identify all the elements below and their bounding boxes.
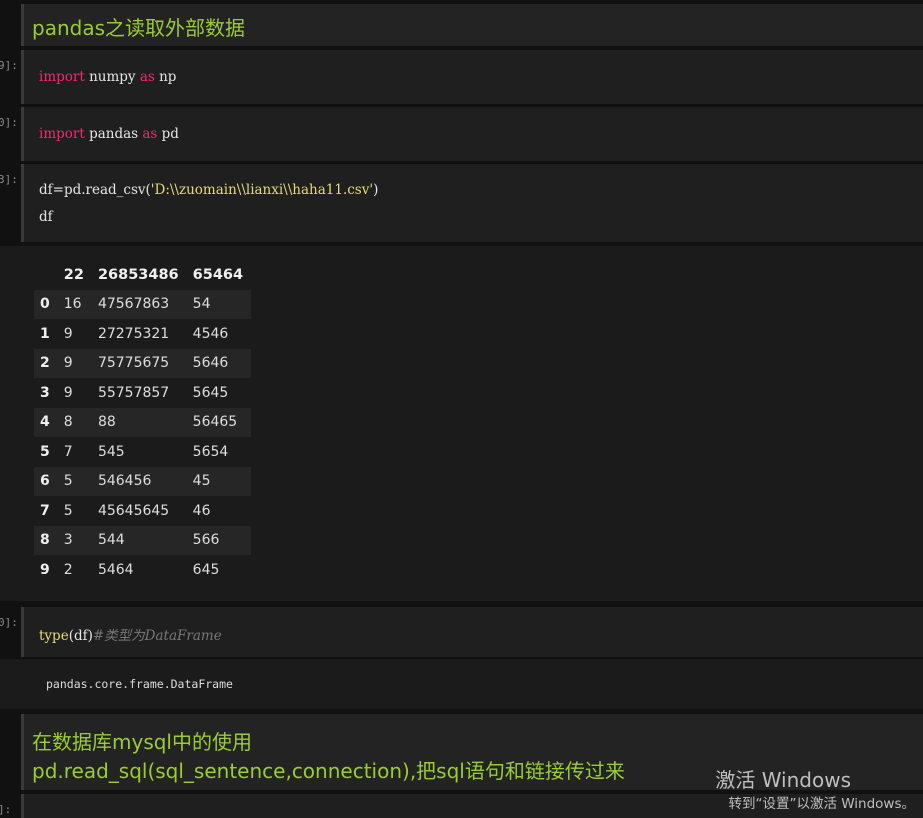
code-paren: ) [373, 182, 379, 198]
code-call: df=pd.read_csv( [39, 182, 151, 198]
keyword-import: import [39, 126, 85, 142]
table-header-row: 22 26853486 65464 [34, 260, 251, 290]
column-header: 26853486 [97, 266, 179, 283]
table-cell: 75775675 [97, 355, 170, 372]
table-cell: 45 [192, 473, 211, 490]
table-cell: 3 [63, 532, 73, 549]
table-cell: 4546 [192, 325, 229, 342]
row-index: 9 [40, 561, 50, 578]
keyword-import: import [39, 69, 85, 85]
row-index: 7 [40, 502, 50, 519]
cell-prompt: 9]: [0, 59, 18, 72]
code-args: (df) [68, 628, 93, 644]
table-corner-header [34, 260, 58, 290]
table-cell: 16 [63, 296, 82, 313]
markdown-line: 在数据库mysql中的使用 [32, 730, 252, 754]
string-literal: 'D:\\zuomain\\lianxi\\haha11.csv' [150, 182, 374, 198]
activation-watermark-subtitle: 转到“设置”以激活 Windows。 [728, 796, 915, 812]
table-row: 0 16 47567863 54 [34, 289, 252, 319]
module-name: pandas [84, 126, 143, 142]
table-cell: 2 [63, 561, 73, 578]
table-cell: 7 [63, 443, 73, 460]
table-row: 6 5 546456 45 [34, 466, 252, 496]
code-line: import numpy as np [39, 69, 176, 85]
table-cell: 5464 [97, 561, 134, 578]
row-index: 5 [40, 443, 50, 460]
cell-output-dataframe: 22 26853486 65464 0 16 47567863 54 1 9 27275321 4… [0, 246, 923, 601]
table-cell: 5 [63, 473, 73, 490]
table-cell: 5 [63, 502, 73, 519]
table-row: 7 5 45645645 46 [34, 496, 252, 526]
cell-output-type: pandas.core.frame.DataFrame [0, 659, 923, 709]
section-heading: pandas之读取外部数据 [32, 16, 245, 40]
table-cell: 9 [63, 384, 73, 401]
code-comment: #类型为DataFrame [92, 628, 222, 644]
code-line: df [39, 209, 53, 225]
table-cell: 566 [192, 532, 220, 549]
markdown-line: pd.read_sql(sql_sentence,connection),把sq… [32, 759, 625, 783]
row-index: 1 [40, 325, 50, 342]
row-index: 3 [40, 384, 50, 401]
markdown-cell-title[interactable]: pandas之读取外部数据 [0, 0, 923, 46]
table-cell: 9 [63, 355, 73, 372]
table-cell: 544 [97, 532, 125, 549]
table-cell: 5654 [192, 443, 229, 460]
column-header: 22 [63, 266, 84, 283]
builtin-type: type [39, 628, 69, 644]
code-cell-type[interactable]: 0]: type(df)#类型为DataFrame [0, 607, 923, 659]
row-index: 6 [40, 473, 50, 490]
row-index: 8 [40, 532, 50, 549]
table-cell: 54 [192, 296, 211, 313]
cell-prompt: 0]: [0, 616, 18, 629]
table-cell: 47567863 [97, 296, 170, 313]
code-line: import pandas as pd [39, 126, 179, 142]
output-text: pandas.core.frame.DataFrame [46, 677, 233, 691]
alias-name: pd [157, 126, 179, 142]
table-cell: 8 [63, 414, 73, 431]
code-editor[interactable]: df=pd.read_csv('D:\\zuomain\\lianxi\\hah… [24, 164, 923, 242]
module-name: numpy [84, 69, 140, 85]
table-cell: 545 [97, 443, 125, 460]
cell-prompt: 0]: [0, 116, 18, 129]
table-cell: 56465 [192, 414, 238, 431]
code-cell-import-pandas[interactable]: 0]: import pandas as pd [0, 107, 923, 161]
table-row: 9 2 5464 645 [34, 555, 252, 585]
table-cell: 27275321 [97, 325, 170, 342]
keyword-as: as [139, 69, 155, 85]
table-row: 5 7 545 5654 [34, 437, 252, 467]
table-cell: 45645645 [97, 502, 170, 519]
code-editor[interactable]: import numpy as np [24, 50, 923, 104]
table-row: 3 9 55757857 5645 [34, 378, 252, 408]
dataframe-table: 22 26853486 65464 0 16 47567863 54 1 9 27275321 4… [34, 260, 252, 585]
table-row: 2 9 75775675 5646 [34, 348, 252, 378]
row-index: 4 [40, 414, 50, 431]
code-editor[interactable]: type(df)#类型为DataFrame [24, 607, 923, 657]
table-cell: 9 [63, 325, 73, 342]
cell-prompt: 3]: [0, 173, 18, 186]
code-line: df=pd.read_csv('D:\\zuomain\\lianxi\\hah… [39, 182, 378, 198]
keyword-as: as [142, 126, 158, 142]
code-editor[interactable]: import pandas as pd [24, 107, 923, 161]
table-cell: 55757857 [97, 384, 170, 401]
table-row: 1 9 27275321 4546 [34, 319, 252, 349]
table-cell: 88 [97, 414, 116, 431]
table-row: 8 3 544 566 [34, 525, 252, 555]
column-header: 65464 [192, 266, 244, 283]
row-index: 2 [40, 355, 50, 372]
code-line: type(df)#类型为DataFrame [39, 624, 222, 644]
table-cell: 46 [192, 502, 211, 519]
alias-name: np [154, 69, 177, 85]
table-cell: 5646 [192, 355, 229, 372]
table-cell: 546456 [97, 473, 152, 490]
cell-prompt: ]: [0, 803, 12, 816]
table-row: 4 8 88 56465 [34, 407, 252, 437]
code-cell-import-numpy[interactable]: 9]: import numpy as np [0, 50, 923, 104]
activation-watermark-title: 激活 Windows [715, 768, 851, 792]
code-cell-read-csv[interactable]: 3]: df=pd.read_csv('D:\\zuomain\\lianxi\… [0, 164, 923, 244]
row-index: 0 [40, 296, 50, 313]
markdown-body: pandas之读取外部数据 [24, 4, 923, 46]
table-cell: 645 [192, 561, 220, 578]
table-cell: 5645 [192, 384, 229, 401]
